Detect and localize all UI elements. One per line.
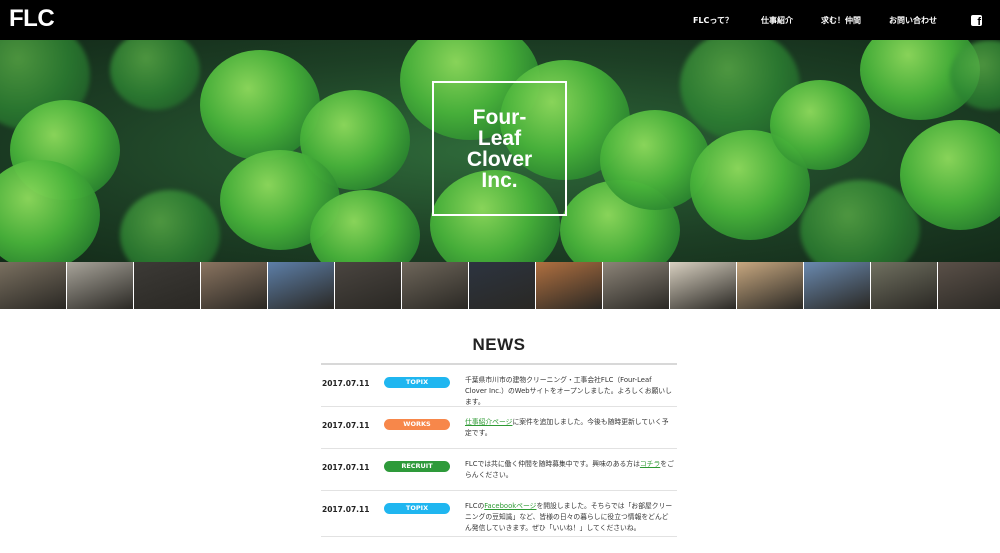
news-text: 千葉県市川市の建物クリーニング・工事会社FLC（Four-Leaf Clover…: [465, 375, 675, 408]
hero-image: Four- Leaf Clover Inc.: [0, 40, 1000, 262]
clover-leaf: [800, 180, 920, 262]
hero-title: Four- Leaf Clover Inc.: [445, 107, 555, 191]
photo-thumbnail: [603, 262, 670, 309]
site-logo[interactable]: FLC: [9, 4, 55, 34]
photo-thumbnail: [268, 262, 335, 309]
photo-thumbnail: [0, 262, 67, 309]
news-item: 2017.07.11 RECRUIT FLCでは共に働く仲間を随時募集中です。興…: [321, 449, 677, 491]
hero-title-line: Inc.: [481, 168, 518, 192]
nav-item-about[interactable]: FLCって？: [693, 15, 733, 26]
photo-thumbnail: [737, 262, 804, 309]
news-section: NEWS 2017.07.11 TOPIX 千葉県市川市の建物クリーニング・工事…: [321, 330, 677, 537]
hero-title-box: Four- Leaf Clover Inc.: [432, 81, 567, 216]
photo-thumbnail: [670, 262, 737, 309]
news-category-badge: RECRUIT: [384, 461, 450, 472]
news-category-badge: TOPIX: [384, 503, 450, 514]
clover-leaf: [110, 40, 200, 110]
photo-thumbnail: [871, 262, 938, 309]
photo-thumbnail: [536, 262, 603, 309]
news-item: 2017.07.11 TOPIX FLCのFacebookページを開設しました。…: [321, 491, 677, 537]
news-category-badge: WORKS: [384, 419, 450, 430]
photo-thumbnail: [402, 262, 469, 309]
hero-title-line: Four-: [472, 105, 527, 129]
main-nav: FLCって？ 仕事紹介 求む！仲間 お問い合わせ: [665, 0, 982, 40]
photo-thumbnail: [469, 262, 536, 309]
news-text: 仕事紹介ページに案件を追加しました。今後も随時更新していく予定です。: [465, 417, 675, 439]
photo-thumbnail: [134, 262, 201, 309]
photo-strip: [0, 262, 1000, 309]
news-item: 2017.07.11 TOPIX 千葉県市川市の建物クリーニング・工事会社FLC…: [321, 365, 677, 407]
news-date: 2017.07.11: [322, 379, 370, 388]
news-link-recruit[interactable]: コチラ: [640, 460, 660, 468]
hero-title-line: Leaf: [477, 126, 522, 150]
news-text-part: FLCでは共に働く仲間を随時募集中です。興味のある方は: [465, 460, 640, 468]
news-link-facebook-page[interactable]: Facebookページ: [484, 502, 536, 510]
hero-title-line: Clover: [466, 147, 533, 171]
facebook-icon[interactable]: [971, 14, 982, 28]
news-text: FLCのFacebookページを開設しました。そちらでは「お部屋クリーニングの豆…: [465, 501, 675, 534]
news-heading: NEWS: [472, 335, 526, 354]
news-item: 2017.07.11 WORKS 仕事紹介ページに案件を追加しました。今後も随時…: [321, 407, 677, 449]
news-date: 2017.07.11: [322, 421, 370, 430]
photo-thumbnail: [67, 262, 134, 309]
news-date: 2017.07.11: [322, 505, 370, 514]
news-category-badge: TOPIX: [384, 377, 450, 388]
clover-leaf: [770, 80, 870, 170]
news-date: 2017.07.11: [322, 463, 370, 472]
nav-item-contact[interactable]: お問い合わせ: [889, 15, 937, 26]
site-header: FLC FLCって？ 仕事紹介 求む！仲間 お問い合わせ: [0, 0, 1000, 40]
news-text-part: FLCの: [465, 502, 485, 510]
photo-thumbnail: [804, 262, 871, 309]
nav-item-works[interactable]: 仕事紹介: [761, 15, 793, 26]
clover-leaf: [120, 190, 220, 262]
news-link-works-page[interactable]: 仕事紹介ページ: [465, 418, 512, 426]
news-text: FLCでは共に働く仲間を随時募集中です。興味のある方はコチラをごらんください。: [465, 459, 675, 481]
photo-thumbnail: [335, 262, 402, 309]
photo-thumbnail: [201, 262, 268, 309]
photo-thumbnail: [938, 262, 1000, 309]
nav-item-recruit[interactable]: 求む！仲間: [821, 15, 861, 26]
news-text-part: 千葉県市川市の建物クリーニング・工事会社FLC（Four-Leaf Clover…: [465, 376, 672, 406]
